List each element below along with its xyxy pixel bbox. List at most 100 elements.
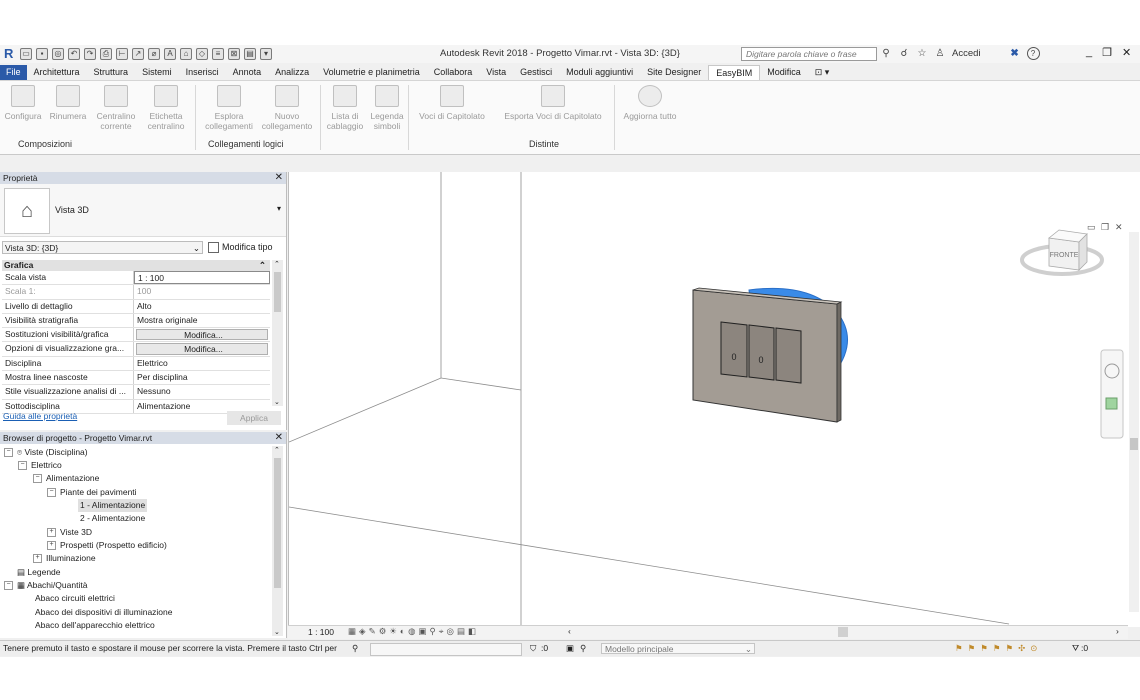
tab-site-designer[interactable]: Site Designer [640, 65, 708, 80]
collapse-icon[interactable]: − [4, 448, 13, 458]
chevron-left-icon[interactable]: ‹ [568, 626, 571, 636]
property-row[interactable]: Sostituzioni visibilità/grafica Modifica.… [2, 328, 270, 343]
property-row[interactable]: Opzioni di visualizzazione gra... Modific… [2, 342, 270, 357]
switch-windows-icon[interactable]: ▤ [244, 48, 256, 60]
edit-type-button[interactable]: Modifica tipo [208, 241, 273, 254]
tree-item-prospetti[interactable]: + Prospetti (Prospetto edificio) [47, 539, 167, 552]
user-icon[interactable]: ♙ [934, 48, 946, 60]
close-button[interactable]: ✕ [1122, 46, 1131, 59]
tab-analizza[interactable]: Analizza [268, 65, 316, 80]
etichetta-centralino-button[interactable]: Etichetta centralino [144, 85, 188, 131]
editable-only-icon[interactable]: ⚲ [580, 641, 586, 656]
scroll-down-icon[interactable]: ⌄ [274, 398, 280, 406]
tab-vista[interactable]: Vista [479, 65, 513, 80]
lista-cablaggio-button[interactable]: Lista di cablaggio [324, 85, 366, 131]
restore-view-icon[interactable]: ❐ [1101, 222, 1109, 232]
binoculars-icon[interactable]: ⚲ [880, 48, 892, 60]
default-3d-view-icon[interactable]: ⌂ [180, 48, 192, 60]
close-view-icon[interactable]: ✕ [1115, 222, 1123, 232]
type-selector[interactable]: ⌂ Vista 3D ▾ [0, 184, 286, 237]
save-icon[interactable]: ▪ [36, 48, 48, 60]
section-icon[interactable]: ◇ [196, 48, 208, 60]
selection-tool-icons[interactable]: ⚑⚑⚑⚑⚑✣⊙ [955, 641, 1042, 656]
tab-modifica[interactable]: Modifica [760, 65, 808, 80]
tab-volumetrie[interactable]: Volumetrie e planimetria [316, 65, 427, 80]
sync-icon[interactable]: ◎ [52, 48, 64, 60]
property-row[interactable]: Livello di dettaglio Alto [2, 299, 270, 314]
properties-help-link[interactable]: Guida alle proprietà [3, 411, 77, 421]
property-row[interactable]: Visibilità stratigrafia Mostra originale [2, 313, 270, 329]
tab-sistemi[interactable]: Sistemi [135, 65, 179, 80]
tree-item-abachi[interactable]: − ▦ Abachi/Quantità [4, 579, 87, 592]
tree-item-1-alimentazione[interactable]: 1 - Alimentazione [78, 499, 148, 512]
esplora-collegamenti-button[interactable]: Esplora collegamenti [202, 85, 256, 131]
property-row[interactable]: Mostra linee nascoste Per disciplina [2, 371, 270, 386]
voci-capitolato-button[interactable]: Voci di Capitolato [414, 85, 490, 121]
help-icon[interactable]: ? [1026, 47, 1040, 60]
property-row[interactable]: Disciplina Elettrico [2, 356, 270, 372]
property-value[interactable]: Nessuno [134, 385, 270, 398]
design-options-icon[interactable]: ▣ [566, 641, 574, 656]
customize-qat-icon[interactable]: ▾ [260, 48, 272, 60]
modifica-button[interactable]: Modifica... [136, 329, 268, 341]
property-value[interactable]: Per disciplina [134, 371, 270, 384]
tree-item-illuminazione[interactable]: + Illuminazione [33, 552, 96, 565]
view-instance-selector[interactable]: Vista 3D: {3D} ⌄ [2, 241, 203, 254]
tree-item-2-alimentazione[interactable]: 2 - Alimentazione [80, 512, 145, 525]
signin-button[interactable]: Accedi [952, 48, 981, 59]
minimize-view-icon[interactable]: ▭ [1087, 222, 1096, 232]
scroll-down-icon[interactable]: ⌄ [274, 628, 280, 636]
search-input[interactable]: Digitare parola chiave o frase [741, 47, 877, 61]
tag-icon[interactable]: ⌀ [148, 48, 160, 60]
subscription-icon[interactable]: ☌ [898, 48, 910, 60]
exchange-icon[interactable]: ✖ [1009, 48, 1021, 60]
tree-item-abaco-apparecchio[interactable]: Abaco dell'apparecchio elettrico [35, 619, 155, 632]
redo-icon[interactable]: ↷ [84, 48, 96, 60]
scroll-thumb[interactable] [274, 458, 281, 588]
tree-item-piante[interactable]: − Piante dei pavimenti [47, 486, 137, 499]
tab-annota[interactable]: Annota [226, 65, 269, 80]
properties-scrollbar[interactable]: ⌃ ⌄ [272, 260, 283, 406]
tab-architettura[interactable]: Architettura [27, 65, 87, 80]
configura-button[interactable]: Configura [4, 85, 42, 121]
workset-selector[interactable] [370, 643, 522, 656]
tree-item-abaco-illuminazione[interactable]: Abaco dei dispositivi di illuminazione [35, 606, 173, 619]
nuovo-collegamento-button[interactable]: Nuovo collegamento [258, 85, 316, 131]
tab-collabora[interactable]: Collabora [427, 65, 480, 80]
esporta-voci-button[interactable]: Esporta Voci di Capitolato [498, 85, 608, 121]
collapse-icon[interactable]: − [47, 488, 56, 498]
viewcube[interactable]: FRONTE [1020, 229, 1104, 276]
apply-button[interactable]: Applica [227, 411, 281, 425]
tab-inserisci[interactable]: Inserisci [179, 65, 226, 80]
tree-item-legende[interactable]: ▤ Legende [17, 566, 61, 579]
undo-icon[interactable]: ↶ [68, 48, 80, 60]
section-header-grafica[interactable]: Grafica ⌃ [2, 260, 270, 271]
property-value[interactable]: 1 : 100 [134, 271, 270, 285]
collapse-icon[interactable]: − [18, 461, 27, 471]
worksets-icon[interactable]: ⚲ [352, 641, 358, 656]
text-icon[interactable]: A [164, 48, 176, 60]
chevron-right-icon[interactable]: › [1116, 626, 1119, 636]
close-icon[interactable]: ✕ [275, 432, 283, 444]
thin-lines-icon[interactable]: ≡ [212, 48, 224, 60]
viewport-vscroll-thumb[interactable] [1130, 438, 1138, 450]
expand-icon[interactable]: + [47, 528, 56, 538]
collapse-icon[interactable]: ⌃ [259, 260, 266, 271]
tree-item-alimentazione[interactable]: − Alimentazione [33, 472, 99, 485]
model-selector[interactable]: Modello principale ⌄ [601, 643, 755, 654]
tab-struttura[interactable]: Struttura [87, 65, 136, 80]
revit-logo[interactable]: R [4, 47, 16, 61]
tab-file[interactable]: File [0, 65, 27, 80]
hscroll-thumb[interactable] [838, 627, 848, 637]
switch-model[interactable]: 0 0 [692, 287, 848, 423]
property-row[interactable]: Scala vista 1 : 100 [2, 271, 270, 286]
dimension-icon[interactable]: ↗ [132, 48, 144, 60]
tab-gestisci[interactable]: Gestisci [513, 65, 559, 80]
minimize-button[interactable]: _ [1086, 46, 1092, 59]
rinumera-button[interactable]: Rinumera [47, 85, 89, 121]
property-value[interactable]: Elettrico [134, 357, 270, 370]
scroll-thumb[interactable] [274, 272, 281, 312]
viewport-vscroll[interactable] [1129, 232, 1139, 612]
property-row[interactable]: Stile visualizzazione analisi di ... Ness… [2, 385, 270, 400]
tree-item-elettrico[interactable]: − Elettrico [18, 459, 62, 472]
